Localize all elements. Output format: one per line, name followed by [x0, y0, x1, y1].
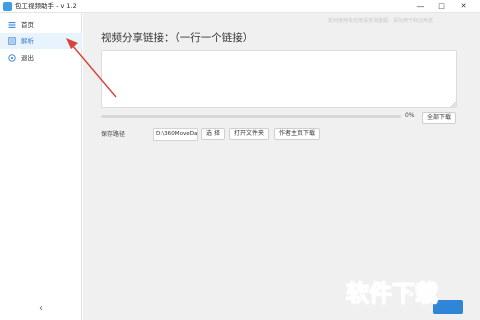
sidebar-item-label: 解析: [21, 37, 34, 45]
save-path-field[interactable]: D:\360MoveData\Users\: [153, 128, 198, 141]
title-bar: 包工视频助手 - v 1.2 — □ ✕: [0, 0, 480, 13]
home-icon: [8, 22, 16, 28]
app-logo-icon: [3, 2, 12, 11]
maximize-button[interactable]: □: [433, 0, 450, 13]
notice-text: 如何使用本应用请咨询客服，请勿用于商业用途: [328, 18, 434, 24]
sidebar-item-home[interactable]: 首页: [0, 17, 82, 33]
progress-percent: 0%: [405, 112, 415, 119]
site-watermark: 软件下载: [346, 281, 439, 308]
sidebar-item-parse[interactable]: 解析: [0, 33, 82, 49]
choose-path-button[interactable]: 选 择: [201, 128, 225, 140]
window-title: 包工视频助手 - v 1.2: [15, 2, 77, 10]
exit-icon: [8, 54, 16, 62]
sidebar-item-label: 首页: [21, 21, 34, 29]
page-title: 视频分享链接：（一行一个链接）: [101, 32, 254, 44]
collapse-sidebar-button[interactable]: ‹: [34, 302, 48, 316]
sidebar-item-label: 退出: [21, 54, 34, 62]
resize-grip-icon[interactable]: [450, 101, 456, 107]
close-button[interactable]: ✕: [455, 0, 472, 13]
sidebar: 首页 解析 退出 ‹: [0, 13, 82, 320]
author-homepage-download-button[interactable]: 作者主页下载: [274, 128, 320, 140]
minimize-button[interactable]: —: [412, 0, 429, 13]
open-folder-button[interactable]: 打开文件夹: [229, 128, 269, 140]
download-all-button[interactable]: 全部下载: [422, 112, 456, 124]
video-links-input[interactable]: [101, 50, 457, 108]
document-icon: [8, 37, 16, 45]
sidebar-item-exit[interactable]: 退出: [0, 50, 82, 66]
save-path-label: 保存路径: [101, 131, 126, 138]
download-progress-bar: [101, 115, 401, 118]
